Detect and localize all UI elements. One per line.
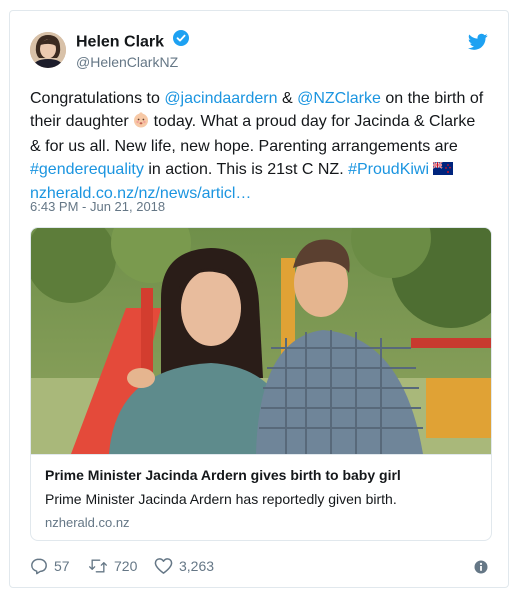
- card-title[interactable]: Prime Minister Jacinda Ardern gives birt…: [45, 467, 401, 483]
- retweet-button[interactable]: 720: [88, 557, 137, 575]
- twitter-bird-icon[interactable]: [467, 33, 488, 51]
- tweet-text: Congratulations to @jacindaardern & @NZC…: [30, 87, 490, 205]
- tweet-card: Helen Clark @HelenClarkNZ Congratulation…: [9, 10, 509, 588]
- hashtag-genderequality[interactable]: #genderequality: [30, 161, 144, 178]
- author-handle[interactable]: @HelenClarkNZ: [76, 54, 178, 70]
- tweet-header: Helen Clark @HelenClarkNZ: [30, 29, 488, 81]
- tweet-text-segment: &: [277, 90, 298, 107]
- reply-button[interactable]: 57: [30, 557, 70, 575]
- mention-jacindaardern[interactable]: @jacindaardern: [164, 90, 277, 107]
- reply-icon: [31, 558, 47, 575]
- card-image: [31, 228, 491, 454]
- baby-emoji-icon: [133, 112, 149, 135]
- like-button[interactable]: 3,263: [154, 557, 214, 575]
- tweet-actions: 57 720 3,263: [30, 557, 488, 577]
- nz-flag-emoji-icon: [432, 159, 454, 182]
- tweet-text-segment: in action. This is 21st C NZ.: [143, 161, 349, 178]
- timestamp[interactable]: 6:43 PM - Jun 21, 2018: [30, 199, 165, 214]
- avatar[interactable]: [30, 32, 66, 68]
- author-name[interactable]: Helen Clark: [76, 30, 189, 53]
- hashtag-proudkiwi[interactable]: #ProudKiwi: [348, 161, 429, 178]
- like-count: 3,263: [179, 558, 215, 574]
- retweet-icon: [89, 559, 108, 573]
- info-icon[interactable]: [474, 560, 488, 579]
- tweet-text-segment: Congratulations to: [30, 90, 165, 107]
- card-body: Prime Minister Jacinda Ardern gives birt…: [31, 454, 491, 540]
- reply-count: 57: [54, 558, 70, 574]
- author-name-text: Helen Clark: [76, 33, 165, 51]
- card-domain: nzherald.co.nz: [45, 515, 130, 530]
- retweet-count: 720: [114, 558, 138, 574]
- card-description: Prime Minister Jacinda Ardern has report…: [45, 491, 397, 507]
- link-preview-card[interactable]: Prime Minister Jacinda Ardern gives birt…: [30, 227, 492, 541]
- heart-icon: [154, 558, 173, 574]
- verified-badge-icon: [172, 30, 189, 51]
- mention-nzclarke[interactable]: @NZClarke: [297, 90, 381, 107]
